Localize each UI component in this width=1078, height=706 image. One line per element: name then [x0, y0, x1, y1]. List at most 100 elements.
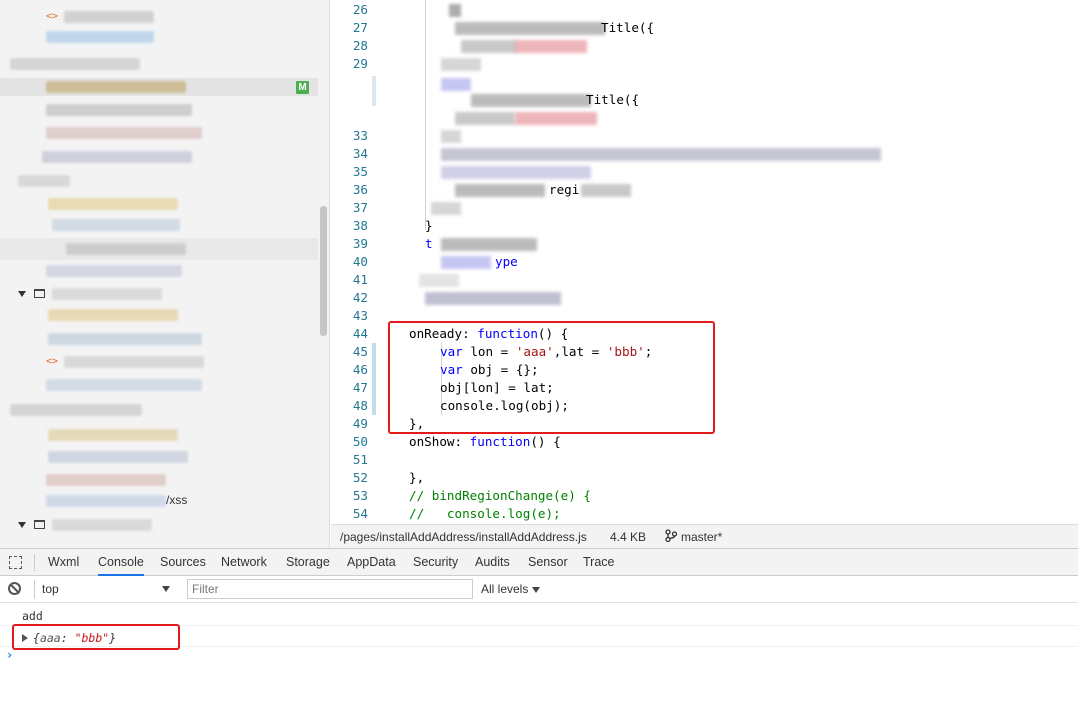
expand-caret-icon[interactable] [18, 291, 26, 297]
modified-lines-marker [372, 76, 376, 106]
line-number: 34 [352, 146, 368, 161]
line-number: 43 [352, 308, 368, 323]
line-number: 53 [352, 488, 368, 503]
divider [34, 554, 35, 571]
code-fragment: Title({ [601, 20, 655, 35]
line-number: 40 [352, 254, 368, 269]
folder-icon [34, 289, 45, 298]
log-levels-select[interactable]: All levels [481, 582, 541, 596]
git-branch-icon [665, 529, 678, 545]
line-number: 36 [352, 182, 368, 197]
line-number: 52 [352, 470, 368, 485]
filter-input[interactable] [187, 579, 473, 599]
code-fragment: t [425, 236, 433, 251]
tree-row[interactable] [0, 330, 318, 348]
code-fragment: } [425, 218, 433, 233]
tree-row[interactable] [0, 172, 318, 190]
code-line: onShow: function() { [409, 434, 561, 449]
tree-row[interactable] [0, 306, 318, 324]
inspect-element-icon[interactable] [9, 556, 22, 569]
tree-row[interactable] [0, 376, 318, 394]
tree-row[interactable]: <> [0, 353, 318, 371]
line-number: 38 [352, 218, 368, 233]
line-number-gutter: 26 27 28 29 33 34 35 36 37 38 39 40 41 4… [331, 0, 371, 524]
tree-row[interactable] [0, 238, 318, 260]
log-text: add [22, 609, 43, 623]
console-prompt-icon[interactable]: › [6, 648, 13, 662]
line-number: 41 [352, 272, 368, 287]
tab-trace[interactable]: Trace [583, 555, 615, 569]
log-levels-label: All levels [481, 582, 529, 596]
context-select[interactable]: top [34, 580, 174, 599]
tab-storage[interactable]: Storage [286, 555, 330, 569]
tree-row[interactable] [0, 101, 318, 119]
tree-folder-row[interactable] [0, 285, 318, 303]
tree-row[interactable] [0, 55, 318, 73]
line-number: 45 [352, 344, 368, 359]
line-number: 27 [352, 20, 368, 35]
tab-appdata[interactable]: AppData [347, 555, 396, 569]
file-size: 4.4 KB [610, 530, 647, 544]
tree-row[interactable] [0, 426, 318, 444]
line-number: 49 [352, 416, 368, 431]
code-fragment: regi [549, 182, 580, 197]
expand-caret-icon[interactable] [18, 522, 26, 528]
code-editor[interactable]: 26 27 28 29 33 34 35 36 37 38 39 40 41 4… [331, 0, 1078, 524]
tree-row[interactable] [0, 448, 318, 466]
code-fragment: ype [495, 254, 518, 269]
editor-status-bar: /pages/installAddAddress/installAddAddre… [331, 524, 1078, 548]
tab-audits[interactable]: Audits [475, 555, 510, 569]
tab-security[interactable]: Security [413, 555, 458, 569]
code-comment: // console.log(e); [409, 506, 561, 521]
tab-sources[interactable]: Sources [160, 555, 206, 569]
file-tree-panel: <> M <> /xss [0, 0, 330, 548]
line-number: 44 [352, 326, 368, 341]
devtools-tab-bar: Wxml Console Sources Network Storage App… [0, 548, 1078, 576]
git-branch[interactable]: master* [681, 530, 722, 544]
line-number: 29 [352, 56, 368, 71]
console-output: add {aaa: "bbb"} › [0, 603, 1078, 706]
line-number: 33 [352, 128, 368, 143]
line-number: 26 [352, 2, 368, 17]
tree-row[interactable] [0, 262, 318, 280]
tree-row[interactable]: /xss [0, 492, 318, 510]
highlight-box [12, 624, 180, 650]
tree-scrollbar[interactable] [320, 206, 327, 336]
tree-row[interactable] [0, 216, 318, 234]
console-toolbar: top All levels [0, 576, 1078, 603]
tree-row[interactable] [0, 148, 318, 166]
html-file-icon: <> [46, 11, 59, 22]
clear-console-icon[interactable] [8, 582, 21, 595]
tree-row[interactable]: <> [0, 8, 318, 26]
line-number: 42 [352, 290, 368, 305]
indent-guide [425, 0, 426, 230]
tree-row-selected[interactable]: M [0, 78, 318, 96]
console-message: add [0, 605, 1078, 626]
tab-network[interactable]: Network [221, 555, 267, 569]
line-number: 54 [352, 506, 368, 521]
modified-lines-marker [372, 343, 376, 415]
context-select-value: top [42, 582, 59, 596]
line-number: 47 [352, 380, 368, 395]
tree-row[interactable] [0, 195, 318, 213]
line-number: 46 [352, 362, 368, 377]
tree-row[interactable] [0, 28, 318, 46]
tab-console[interactable]: Console [98, 555, 144, 576]
highlight-box [388, 321, 715, 434]
chevron-down-icon [532, 586, 541, 593]
file-path[interactable]: /pages/installAddAddress/installAddAddre… [340, 530, 587, 544]
line-number: 35 [352, 164, 368, 179]
tree-row[interactable] [0, 401, 318, 419]
tree-row[interactable] [0, 471, 318, 489]
code-fragment: Title({ [586, 92, 640, 107]
line-number: 28 [352, 38, 368, 53]
line-number: 37 [352, 200, 368, 215]
tree-row[interactable] [0, 124, 318, 142]
folder-icon [34, 520, 45, 529]
tab-wxml[interactable]: Wxml [48, 555, 79, 569]
tab-sensor[interactable]: Sensor [528, 555, 568, 569]
code-comment: // bindRegionChange(e) { [409, 488, 591, 503]
line-number: 51 [352, 452, 368, 467]
modified-badge: M [296, 81, 309, 94]
tree-folder-row[interactable] [0, 516, 318, 534]
